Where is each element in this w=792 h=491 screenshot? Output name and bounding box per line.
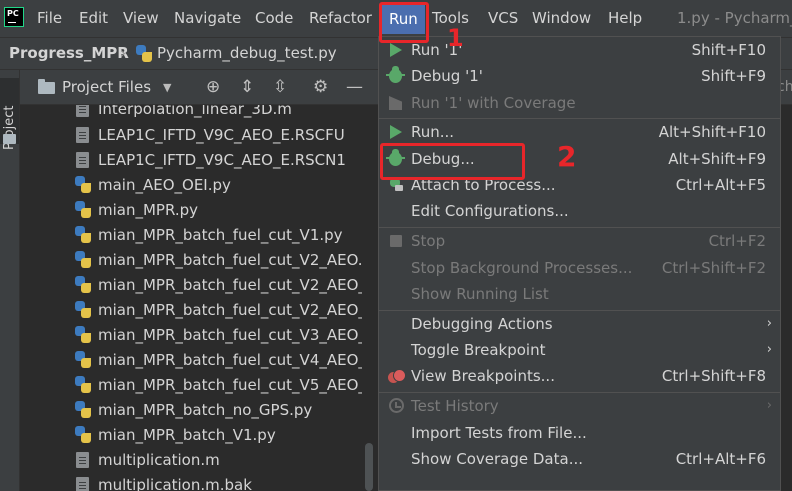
- file-icon: [76, 152, 89, 168]
- menu-navigate[interactable]: Navigate: [174, 0, 241, 37]
- menu-edit[interactable]: Edit: [79, 0, 108, 37]
- tree-item[interactable]: multiplication.m.bak: [20, 473, 362, 491]
- menu-item-edit-configurations[interactable]: Edit Configurations...: [379, 198, 780, 224]
- crosshair-icon[interactable]: ⊕: [206, 70, 220, 105]
- menu-item-debug-1[interactable]: Debug '1' Shift+F9: [379, 63, 780, 89]
- breakpoints-icon: [388, 369, 406, 383]
- tree-scrollbar[interactable]: [362, 105, 375, 491]
- python-file-icon: [75, 176, 92, 194]
- file-icon: [76, 105, 89, 117]
- folder-icon: [38, 79, 55, 94]
- annotation-number-2: 2: [557, 140, 577, 173]
- tree-item[interactable]: mian_MPR_batch_fuel_cut_V3_AEO_id: [20, 323, 362, 348]
- menu-item-import-tests[interactable]: Import Tests from File...: [379, 420, 780, 446]
- window-title: 1.py - Pycharm_: [677, 9, 792, 27]
- chevron-right-icon: ›: [766, 316, 772, 331]
- menu-code[interactable]: Code: [255, 0, 293, 37]
- menu-item-test-history: Test History ›: [379, 393, 780, 419]
- menu-file[interactable]: File: [37, 0, 62, 37]
- annotation-number-1: 1: [447, 24, 464, 52]
- breadcrumb-separator: ›: [120, 44, 126, 62]
- tree-item[interactable]: mian_MPR.py: [20, 198, 362, 223]
- file-icon: [76, 452, 89, 468]
- annotation-box-debug: [380, 143, 525, 180]
- tree-item[interactable]: main_AEO_OEI.py: [20, 173, 362, 198]
- stop-icon: [390, 235, 402, 247]
- history-icon: [389, 398, 404, 413]
- minimize-icon[interactable]: —: [346, 70, 363, 105]
- menu-item-run-dialog[interactable]: Run... Alt+Shift+F10: [379, 119, 780, 145]
- chevron-right-icon: ›: [766, 398, 772, 413]
- file-icon: [76, 477, 89, 491]
- tree-item[interactable]: mian_MPR_batch_fuel_cut_V5_AEO_id: [20, 373, 362, 398]
- project-file-tree: Interpolation_linear_3D.m LEAP1C_IFTD_V9…: [20, 105, 362, 491]
- bug-icon: [386, 66, 405, 83]
- tree-item[interactable]: mian_MPR_batch_fuel_cut_V2_AEO_ad: [20, 298, 362, 323]
- menu-item-show-running-list: Show Running List: [411, 285, 549, 303]
- breadcrumb-project[interactable]: Progress_MPR: [9, 38, 129, 69]
- tree-item[interactable]: mian_MPR_batch_fuel_cut_V2_AEO_ad: [20, 273, 362, 298]
- coverage-icon: [389, 96, 402, 110]
- menu-item-stop-background: Stop Background Processes... Ctrl+Shift+…: [411, 259, 766, 277]
- annotation-box-run-menu: [379, 2, 429, 43]
- menu-item-run-with-coverage: Run '1' with Coverage: [379, 90, 780, 116]
- expand-all-icon[interactable]: ⇕: [240, 70, 254, 105]
- play-icon: [390, 43, 402, 57]
- play-icon: [390, 125, 402, 139]
- tree-item[interactable]: Interpolation_linear_3D.m: [20, 105, 362, 122]
- python-file-icon: [136, 45, 153, 63]
- menu-item-view-breakpoints[interactable]: View Breakpoints... Ctrl+Shift+F8: [379, 363, 780, 389]
- pycharm-logo-icon: PC: [4, 7, 24, 27]
- breadcrumb-file[interactable]: Pycharm_debug_test.py: [157, 38, 337, 69]
- scrollbar-thumb[interactable]: [365, 443, 373, 491]
- menu-help[interactable]: Help: [608, 0, 642, 37]
- chevron-right-icon: ›: [766, 342, 772, 357]
- python-file-icon: [75, 276, 92, 294]
- tree-item[interactable]: mian_MPR_batch_fuel_cut_V2_AEO.py: [20, 248, 362, 273]
- menu-vcs[interactable]: VCS: [488, 0, 518, 37]
- python-file-icon: [75, 251, 92, 269]
- gear-icon[interactable]: ⚙: [313, 70, 328, 105]
- tree-item[interactable]: mian_MPR_batch_fuel_cut_V4_AEO_id: [20, 348, 362, 373]
- menu-view[interactable]: View: [123, 0, 159, 37]
- menu-item-toggle-breakpoint[interactable]: Toggle Breakpoint ›: [379, 337, 780, 363]
- file-icon: [76, 127, 89, 143]
- project-view-selector[interactable]: Project Files: [62, 70, 151, 105]
- menu-item-show-coverage-data[interactable]: Show Coverage Data... Ctrl+Alt+F6: [379, 446, 780, 472]
- tree-item[interactable]: mian_MPR_batch_V1.py: [20, 423, 362, 448]
- python-file-icon: [75, 301, 92, 319]
- menu-item-debugging-actions[interactable]: Debugging Actions ›: [379, 311, 780, 337]
- python-file-icon: [75, 376, 92, 394]
- menu-refactor[interactable]: Refactor: [309, 0, 372, 37]
- menu-window[interactable]: Window: [532, 0, 591, 37]
- menu-item-stop: Stop Ctrl+F2: [379, 228, 780, 254]
- tool-window-strip: Project: [0, 70, 20, 491]
- tree-item[interactable]: LEAP1C_IFTD_V9C_AEO_E.RSCFU: [20, 123, 362, 148]
- python-file-icon: [75, 226, 92, 244]
- tree-item[interactable]: mian_MPR_batch_fuel_cut_V1.py: [20, 223, 362, 248]
- run-menu-dropdown: Run '1' Shift+F10 Debug '1' Shift+F9 Run…: [378, 36, 781, 491]
- tree-item[interactable]: multiplication.m: [20, 448, 362, 473]
- python-file-icon: [75, 401, 92, 419]
- python-file-icon: [75, 326, 92, 344]
- python-file-icon: [75, 426, 92, 444]
- menu-item-run-1[interactable]: Run '1' Shift+F10: [379, 37, 780, 63]
- python-file-icon: [75, 201, 92, 219]
- tree-item[interactable]: mian_MPR_batch_no_GPS.py: [20, 398, 362, 423]
- project-panel-header: Project Files ▼ ⊕ ⇕ ⇳ ⚙ —: [20, 70, 375, 105]
- folder-icon: [3, 134, 16, 144]
- python-file-icon: [75, 351, 92, 369]
- tree-item[interactable]: LEAP1C_IFTD_V9C_AEO_E.RSCN1: [20, 148, 362, 173]
- chevron-down-icon[interactable]: ▼: [163, 70, 171, 105]
- collapse-all-icon[interactable]: ⇳: [273, 70, 287, 105]
